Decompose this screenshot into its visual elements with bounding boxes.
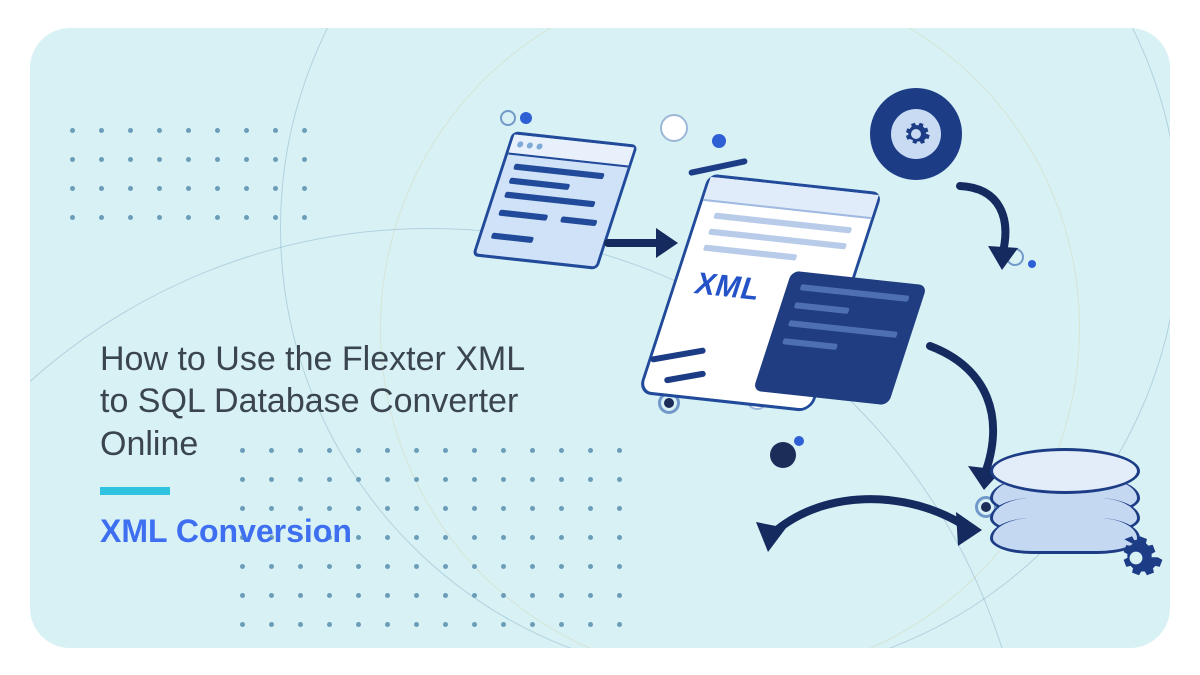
arrow-icon	[950, 178, 1030, 283]
arrow-bidirectional-icon	[738, 458, 998, 573]
gear-icon	[1108, 530, 1164, 586]
deco-ring	[500, 110, 516, 126]
target-dot	[664, 398, 674, 408]
illustration: XML	[460, 78, 1160, 638]
deco-dot	[712, 134, 726, 148]
database-icon	[990, 448, 1140, 588]
deco-bubble	[660, 114, 688, 142]
deco-dot	[794, 436, 804, 446]
accent-underline	[100, 487, 170, 495]
deco-dot	[520, 112, 532, 124]
arrow-icon	[606, 218, 686, 273]
settings-gear-icon	[870, 88, 962, 180]
hero-card: How to Use the Flexter XML to SQL Databa…	[30, 28, 1170, 648]
dot-grid	[70, 128, 307, 220]
deco-dash	[688, 157, 748, 175]
